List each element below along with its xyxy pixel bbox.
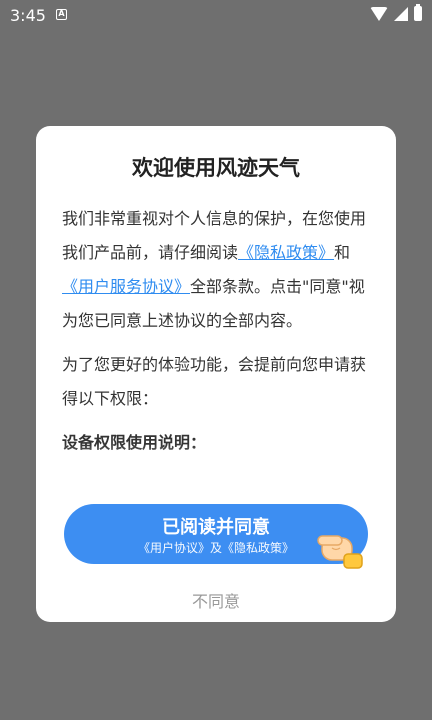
disagree-button[interactable]: 不同意: [36, 588, 396, 612]
permission-paragraph: 为了您更好的体验功能，会提前向您申请获得以下权限：: [62, 355, 367, 408]
status-bar: 3:45 A: [0, 0, 432, 30]
dialog-body[interactable]: 我们非常重视对个人信息的保护，在您使用我们产品前，请仔细阅读《隐私政策》和《用户…: [62, 202, 372, 460]
status-icons: [370, 4, 422, 21]
scroll-fade: [36, 444, 396, 484]
signal-icon: [394, 6, 408, 21]
consent-dialog: 欢迎使用风迹天气 我们非常重视对个人信息的保护，在您使用我们产品前，请仔细阅读《…: [36, 126, 396, 622]
wifi-icon: [370, 6, 388, 21]
dialog-title: 欢迎使用风迹天气: [132, 156, 300, 180]
pointing-hand-icon: [317, 535, 363, 569]
status-time: 3:45: [10, 6, 46, 25]
privacy-policy-link[interactable]: 《隐私政策》: [238, 243, 334, 262]
intro-paragraph: 我们非常重视对个人信息的保护，在您使用我们产品前，请仔细阅读《隐私政策》和《用户…: [62, 202, 372, 338]
notification-icon: A: [56, 9, 67, 20]
service-agreement-link[interactable]: 《用户服务协议》: [62, 277, 190, 296]
and-text: 和: [334, 243, 351, 262]
battery-icon: [414, 4, 422, 21]
